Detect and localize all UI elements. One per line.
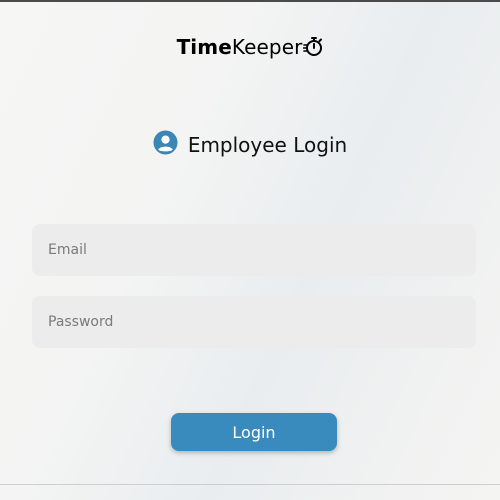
login-button[interactable]: Login (171, 413, 337, 451)
page-title: Employee Login (187, 132, 348, 157)
bottom-divider (0, 484, 500, 485)
stopwatch-icon (302, 35, 323, 63)
email-field[interactable] (32, 224, 476, 276)
top-border (0, 0, 500, 2)
app-logo: TimeKeeper (0, 34, 500, 63)
logo-bold-text: Time (176, 35, 232, 59)
logo-light-text: Keeper (231, 35, 303, 59)
password-field[interactable] (32, 296, 476, 348)
login-heading: Employee Login (0, 130, 500, 159)
user-circle-icon (153, 130, 188, 159)
